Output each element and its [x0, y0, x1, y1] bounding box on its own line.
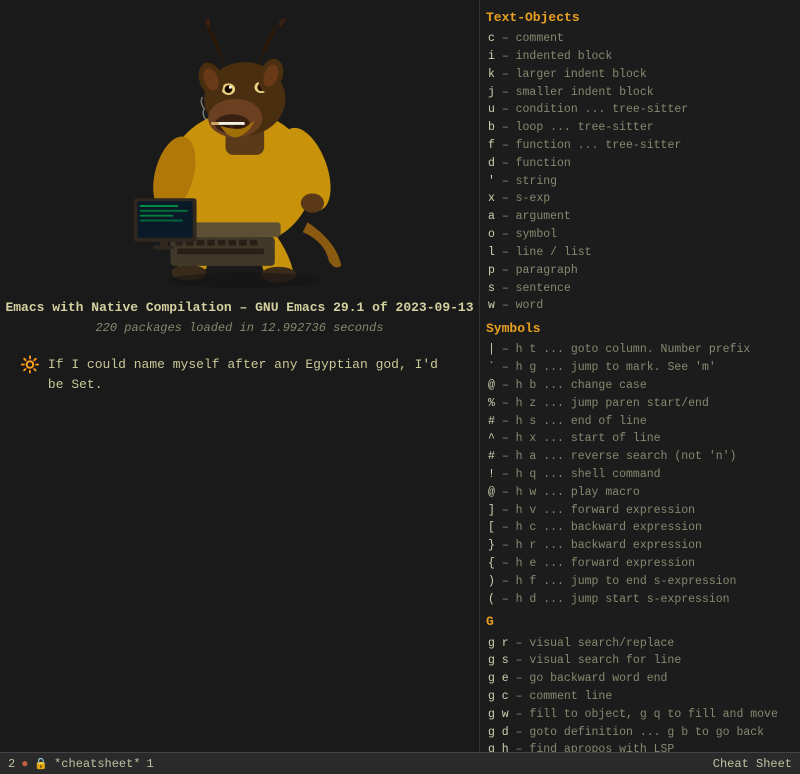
section-title: G: [486, 612, 792, 632]
cheatsheet-item: p – paragraph: [486, 262, 792, 280]
cheatsheet-item: f – function ... tree-sitter: [486, 137, 792, 155]
cheatsheet-item: a – argument: [486, 208, 792, 226]
cheatsheet-item: b – loop ... tree-sitter: [486, 119, 792, 137]
left-panel: Emacs with Native Compilation – GNU Emac…: [0, 0, 480, 774]
cheatsheet-item: | – h t ... goto column. Number prefix: [486, 341, 792, 359]
quote-text: If I could name myself after any Egyptia…: [48, 355, 459, 394]
emacs-title: Emacs with Native Compilation – GNU Emac…: [5, 300, 473, 315]
cheatsheet-item: @ – h b ... change case: [486, 377, 792, 395]
cheatsheet-item: @ – h w ... play macro: [486, 484, 792, 502]
cheatsheet-item: ' – string: [486, 173, 792, 191]
cheatsheet-item: ! – h q ... shell command: [486, 466, 792, 484]
cheatsheet-item: [ – h c ... backward expression: [486, 519, 792, 537]
status-right: Cheat Sheet: [713, 757, 792, 771]
cheatsheet-item: l – line / list: [486, 244, 792, 262]
status-dot: ●: [21, 757, 28, 771]
cheatsheet-item: } – h r ... backward expression: [486, 537, 792, 555]
cheatsheet-item: s – sentence: [486, 280, 792, 298]
cheatsheet-item: g c – comment line: [486, 688, 792, 706]
cheatsheet-item: i – indented block: [486, 48, 792, 66]
cheatsheet-item: g w – fill to object, g q to fill and mo…: [486, 706, 792, 724]
status-bar: 2 ● 🔒 *cheatsheet* 1 Cheat Sheet: [0, 752, 800, 774]
quote-line: 🔆 If I could name myself after any Egypt…: [0, 355, 479, 394]
section-title: Text-Objects: [486, 8, 792, 28]
quote-icon: 🔆: [20, 355, 40, 377]
status-left: 2 ● 🔒 *cheatsheet* 1: [8, 757, 154, 771]
cheatsheet-item: c – comment: [486, 30, 792, 48]
cheatsheet-item: w – word: [486, 297, 792, 315]
cheatsheet-panel: Text-Objects c – commenti – indented bloc…: [480, 0, 800, 774]
cheatsheet-item: # – h s ... end of line: [486, 413, 792, 431]
cheatsheet-item: g e – go backward word end: [486, 670, 792, 688]
cheatsheet-item: u – condition ... tree-sitter: [486, 101, 792, 119]
packages-subtitle: 220 packages loaded in 12.992736 seconds: [95, 321, 383, 335]
cheatsheet-item: g s – visual search for line: [486, 652, 792, 670]
cheatsheet-item: # – h a ... reverse search (not 'n'): [486, 448, 792, 466]
cheatsheet-item: g d – goto definition ... g b to go back: [486, 724, 792, 742]
buffer-num: 1: [147, 757, 154, 771]
cheatsheet-item: ) – h f ... jump to end s-expression: [486, 573, 792, 591]
cheatsheet-item: k – larger indent block: [486, 66, 792, 84]
buffer-name: *cheatsheet*: [54, 757, 140, 771]
line-number: 2: [8, 757, 15, 771]
cheatsheet-item: o – symbol: [486, 226, 792, 244]
cheatsheet-item: { – h e ... forward expression: [486, 555, 792, 573]
cheatsheet-item: g r – visual search/replace: [486, 635, 792, 653]
cheatsheet-item: d – function: [486, 155, 792, 173]
cheatsheet-item: j – smaller indent block: [486, 84, 792, 102]
cheatsheet-item: ^ – h x ... start of line: [486, 430, 792, 448]
cheatsheet-item: x – s-exp: [486, 190, 792, 208]
section-title: Symbols: [486, 319, 792, 339]
gnu-mascot: [80, 10, 400, 290]
cheatsheet-item: % – h z ... jump paren start/end: [486, 395, 792, 413]
cheatsheet-item: ( – h d ... jump start s-expression: [486, 591, 792, 609]
cheatsheet-item: ] – h v ... forward expression: [486, 502, 792, 520]
lock-icon: 🔒: [34, 757, 48, 771]
cheatsheet-item: ` – h g ... jump to mark. See 'm': [486, 359, 792, 377]
